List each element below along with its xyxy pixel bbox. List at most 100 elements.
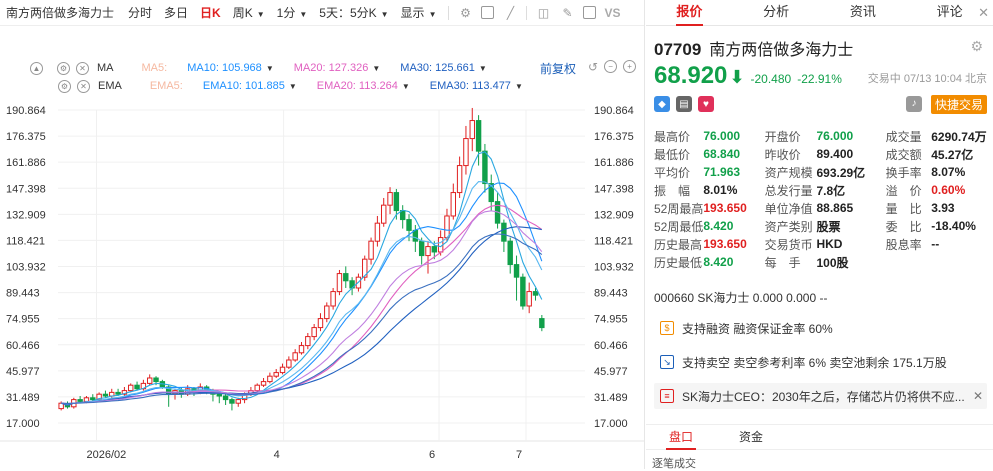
- compare-checkbox[interactable]: [481, 6, 495, 19]
- tab-analysis[interactable]: 分析: [733, 0, 820, 25]
- ma10-value: MA10: 105.968 ▼: [187, 62, 274, 74]
- tab-intraday[interactable]: 分时: [128, 4, 152, 21]
- ma-close-icon[interactable]: ✕: [76, 61, 89, 75]
- news-banner[interactable]: ≡ SK海力士CEO：2030年之后，存储芯片仍将供不应... ✕: [654, 383, 987, 409]
- tab-5day-5min[interactable]: 5天：5分K ▼: [319, 4, 388, 21]
- stat-value: 88.865: [816, 201, 854, 215]
- stat-value: HKD: [816, 237, 843, 251]
- stats-row: 52周最低 8.420 资产类别 股票 委 比 -18.40%: [654, 217, 993, 235]
- candle-body: [83, 397, 90, 402]
- y-tick-label-left: 147.398: [6, 183, 46, 195]
- ema-settings-icon[interactable]: ⚙: [58, 79, 71, 93]
- bottom-tabs: 盘口 资金: [646, 424, 993, 450]
- document-icon[interactable]: ▤: [676, 96, 692, 112]
- y-tick-label-right: 161.886: [594, 157, 634, 169]
- stat-label: 52周最低: [654, 219, 704, 234]
- ma20-value: MA20: 127.326 ▼: [293, 62, 381, 74]
- vs-compare-button[interactable]: VS: [604, 6, 620, 20]
- ma20-line: [61, 204, 543, 406]
- x-tick-label: 7: [516, 449, 522, 461]
- ema20-line: [61, 210, 543, 405]
- tab-news[interactable]: 资讯: [820, 0, 907, 25]
- ma-settings-icon[interactable]: ⚙: [57, 61, 70, 75]
- y-tick-label-left: 31.489: [6, 392, 40, 404]
- candle-body: [418, 240, 425, 257]
- display-menu[interactable]: 显示 ▼: [401, 4, 437, 21]
- toolbar-stock-name: 南方两倍做多海力士: [6, 6, 115, 20]
- stat-label: 交易货币: [764, 237, 813, 252]
- stock-header: 07709 南方两倍做多海力士: [654, 36, 853, 60]
- y-tick-label-left: 176.375: [6, 131, 46, 143]
- candle-body: [102, 393, 109, 397]
- candle-body: [463, 138, 469, 167]
- stat-label: 成交额: [885, 147, 922, 162]
- candle-body: [267, 375, 273, 383]
- tag-icon[interactable]: ◆: [654, 96, 670, 112]
- candle-body: [343, 273, 349, 282]
- tab-multiday[interactable]: 多日: [164, 4, 188, 21]
- stat-value: 68.840: [703, 147, 741, 161]
- draw-tools-icon[interactable]: ✎: [559, 5, 575, 21]
- candle-body: [374, 222, 381, 242]
- candle-body: [128, 384, 134, 392]
- stat-label: 每 手: [764, 255, 801, 270]
- adjust-mode-button[interactable]: 前复权: [540, 60, 576, 77]
- stat-label: 股息率: [885, 237, 922, 252]
- tab-daily-k[interactable]: 日K: [200, 4, 221, 21]
- y-tick-label-left: 89.443: [6, 288, 40, 300]
- candle-body: [153, 377, 159, 383]
- close-icon[interactable]: ✕: [973, 389, 983, 403]
- settings-icon[interactable]: ⚙: [457, 5, 473, 21]
- stat-value: 193.650: [703, 237, 747, 251]
- divider: [448, 5, 450, 20]
- stats-row: 振 幅 8.01% 总发行量 7.8亿 溢 价 0.60%: [654, 181, 993, 199]
- short-sell-info[interactable]: ↘ 支持卖空 卖空参考利率 6% 卖空池剩余 175.1万股: [654, 349, 987, 375]
- candle-body: [216, 393, 222, 397]
- stat-value: --: [931, 237, 940, 251]
- tab-quote[interactable]: 报价: [646, 0, 733, 26]
- fullscreen-icon[interactable]: [583, 6, 597, 19]
- candle-body: [324, 305, 330, 320]
- candle-body: [475, 120, 482, 152]
- close-icon[interactable]: ✕: [978, 5, 989, 21]
- stats-row: 52周最高 193.650 单位净值 88.865 量 比 3.93: [654, 199, 993, 217]
- y-tick-label-right: 132.909: [594, 209, 634, 221]
- stat-label: 量 比: [885, 201, 922, 216]
- underlying-row[interactable]: 000660 SK海力士 0.000 0.000 --: [654, 289, 827, 306]
- candle-body: [298, 345, 305, 354]
- stat-value: 8.420: [703, 219, 734, 233]
- tab-capital[interactable]: 资金: [716, 425, 786, 449]
- down-arrow-icon: ⬇: [729, 67, 745, 87]
- tab-1min[interactable]: 1分 ▼: [277, 4, 308, 21]
- margin-info[interactable]: $ 支持融资 融资保证金率 60%: [654, 315, 987, 341]
- candlestick-chart[interactable]: 190.864 190.864 176.375 176.375 161.886 161.8…: [0, 96, 645, 469]
- zoom-out-icon[interactable]: −: [604, 60, 618, 73]
- candle-body: [444, 215, 450, 239]
- ema-close-icon[interactable]: ✕: [77, 79, 90, 93]
- camera-icon[interactable]: ◫: [535, 5, 551, 21]
- heart-icon[interactable]: ♥: [698, 96, 714, 112]
- tab-order-book[interactable]: 盘口: [646, 425, 716, 450]
- candle-body: [286, 359, 292, 368]
- candle-body: [311, 327, 317, 338]
- ema30-value: EMA30: 113.477 ▼: [429, 80, 523, 92]
- stat-value: 71.963: [703, 165, 741, 179]
- chart-toolbar: 南方两倍做多海力士 分时 多日 日K 周K ▼ 1分 ▼ 5天：5分K ▼ 显示 ▼ ⚙…: [0, 0, 644, 26]
- bell-icon[interactable]: ♪: [906, 96, 922, 112]
- y-tick-label-left: 118.421: [6, 235, 45, 247]
- ma5-value: MA5:: [141, 62, 168, 74]
- undo-icon[interactable]: ↺: [588, 60, 598, 74]
- zoom-in-icon[interactable]: +: [623, 60, 637, 73]
- candle-body: [317, 318, 324, 329]
- stat-label: 最低价: [654, 147, 691, 162]
- stat-label: 平均价: [654, 165, 691, 180]
- collapse-icon[interactable]: ▲: [30, 61, 43, 75]
- candle-body: [279, 366, 286, 374]
- quick-trade-button[interactable]: 快捷交易: [930, 95, 987, 114]
- y-tick-label-right: 17.000: [594, 418, 628, 430]
- draw-line-icon[interactable]: ╱: [502, 5, 518, 21]
- ema5-value: EMA5:: [149, 80, 183, 92]
- gear-icon[interactable]: ⚙: [970, 38, 983, 55]
- ma5-line: [61, 151, 543, 406]
- tab-weekly-k[interactable]: 周K ▼: [233, 4, 265, 21]
